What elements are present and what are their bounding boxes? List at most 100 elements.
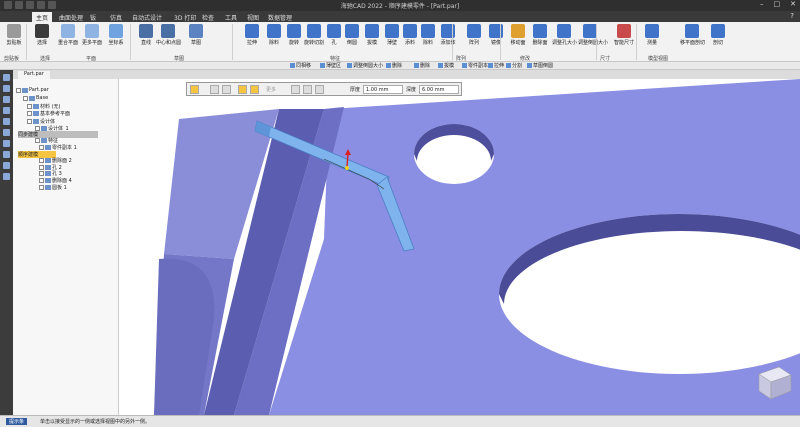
bend-option-1-icon[interactable] <box>291 85 300 94</box>
tree-node[interactable]: Base <box>23 95 48 101</box>
maximize-icon[interactable]: □ <box>774 0 781 8</box>
tab-tools[interactable]: 工具 <box>221 12 241 22</box>
design-intent-icon[interactable] <box>3 162 10 169</box>
tab-3d-print[interactable]: 3D 打印 <box>170 12 200 22</box>
tab-view[interactable]: 视图 <box>243 12 263 22</box>
step-select-icon[interactable] <box>190 85 199 94</box>
tab-surfacing[interactable]: 曲面处理 <box>55 12 87 22</box>
help-panel-icon[interactable] <box>3 140 10 147</box>
bend-option-2-icon[interactable] <box>303 85 312 94</box>
thickness-field[interactable]: 1.00 mm <box>363 85 403 94</box>
tree-node[interactable]: 设计体 <box>27 118 55 125</box>
tree-node[interactable]: 删除面 2 <box>39 157 72 164</box>
quick-feature-item[interactable]: 分割 <box>506 62 522 69</box>
minimize-icon[interactable]: – <box>760 0 764 8</box>
feature-library-icon[interactable] <box>3 107 10 114</box>
ribbon-button-22[interactable]: 删除面 <box>528 24 552 54</box>
ribbon-button-26[interactable]: 测量 <box>640 24 664 54</box>
tree-node-checkbox[interactable] <box>39 145 44 150</box>
quick-feature-item[interactable]: 删除 <box>386 62 402 69</box>
ribbon-button-label: 镜像 <box>490 40 501 46</box>
tab-generative-design[interactable]: 自动式设计 <box>128 12 166 22</box>
tree-node[interactable]: 孔 3 <box>39 170 62 177</box>
quick-feature-item[interactable]: 薄壁区 <box>320 62 341 69</box>
ribbon-button-19[interactable]: 阵列 <box>462 24 486 54</box>
tab-home[interactable]: 主页 <box>32 12 53 22</box>
ribbon-button-23[interactable]: 调整孔大小 <box>552 24 577 54</box>
quick-feature-item[interactable]: 删除 <box>414 62 430 69</box>
help-icon[interactable]: ? <box>790 12 794 20</box>
tree-node[interactable]: 零件副本 1 <box>39 144 77 151</box>
tree-node-checkbox[interactable] <box>39 185 44 190</box>
tree-node-checkbox[interactable] <box>16 87 21 93</box>
tree-node-checkbox[interactable] <box>39 178 44 183</box>
family-icon[interactable] <box>3 118 10 125</box>
quick-feature-item[interactable]: 拉伸 <box>488 62 504 69</box>
ribbon-button-3[interactable]: 更多平面 <box>80 24 104 54</box>
document-tab[interactable]: Part.par <box>18 71 50 79</box>
ribbon-separator <box>636 24 637 60</box>
pathfinder-panel: Part.par Base 材料 (无) 基本参考平面 设计体 设计体_1 同步建模 特征 零件… <box>13 79 119 415</box>
direction-handle[interactable] <box>345 166 349 170</box>
more-button[interactable]: 更多 <box>266 86 276 93</box>
ribbon-button-1[interactable]: 选择 <box>30 24 54 54</box>
tree-node[interactable]: 特征 <box>35 137 58 144</box>
tree-node[interactable]: 材料 (无) <box>27 103 61 110</box>
tree-node[interactable]: 圆板 1 <box>39 184 67 191</box>
ribbon-button-25[interactable]: 智能尺寸 <box>612 24 636 54</box>
tab-sheetmetal[interactable]: 钣 <box>86 12 100 22</box>
ribbon-separator <box>130 24 131 60</box>
tab-data-management[interactable]: 数据管理 <box>264 12 296 22</box>
tree-node-icon <box>29 95 35 101</box>
ribbon-button-24[interactable]: 调整倒圆大小 <box>578 24 608 54</box>
cloud-icon[interactable] <box>3 173 10 180</box>
pathfinder-icon[interactable] <box>3 74 10 81</box>
depth-field[interactable]: 6.00 mm <box>419 85 459 94</box>
tree-node[interactable]: Part.par <box>16 87 49 93</box>
ribbon-button-0[interactable]: 剪贴板 <box>2 24 26 54</box>
sensors-icon[interactable] <box>3 96 10 103</box>
tree-node-checkbox[interactable] <box>35 138 40 143</box>
tab-simulation[interactable]: 仿真 <box>106 12 126 22</box>
ribbon-button-27[interactable]: 移平面剖切 <box>680 24 705 54</box>
tab-inspect[interactable]: 检查 <box>198 12 218 22</box>
quick-feature-item[interactable]: 调整倒圆大小 <box>347 62 383 69</box>
quick-feature-item[interactable]: 拔模 <box>438 62 454 69</box>
model-drawing[interactable] <box>119 79 800 415</box>
quick-feature-item[interactable]: 零件副本 <box>462 62 488 69</box>
close-icon[interactable]: ✕ <box>790 0 796 8</box>
step-side-icon[interactable] <box>238 85 247 94</box>
quick-feature-item[interactable]: 同相移 <box>290 62 311 69</box>
graphics-viewport[interactable] <box>119 79 800 415</box>
ribbon-button-2[interactable]: 重合平面 <box>56 24 80 54</box>
ribbon-button-5[interactable]: 直线 <box>134 24 158 54</box>
quick-feature-item[interactable]: 草图倒圆 <box>527 62 553 69</box>
bend-option-3-icon[interactable] <box>315 85 324 94</box>
ribbon-button-label: 拉伸 <box>246 40 257 46</box>
step-extent-icon[interactable] <box>250 85 259 94</box>
tree-node-checkbox[interactable] <box>23 95 28 101</box>
step-draw-icon[interactable] <box>222 85 231 94</box>
tree-node-checkbox[interactable] <box>27 119 32 124</box>
ribbon-button-6[interactable]: 中心和点圆 <box>156 24 181 54</box>
direction-arrow-shaft[interactable] <box>346 152 349 168</box>
ribbon-button-8[interactable]: 拉伸 <box>240 24 264 54</box>
tree-node[interactable]: 删除面 4 <box>39 177 72 184</box>
select-tools-icon[interactable] <box>3 151 10 158</box>
ribbon-button-4[interactable]: 坐标系 <box>104 24 128 54</box>
tree-node-checkbox[interactable] <box>39 171 44 176</box>
library-icon[interactable] <box>3 129 10 136</box>
ribbon-button-20[interactable]: 镜像 <box>484 24 508 54</box>
ribbon-button-28[interactable]: 剖切 <box>706 24 730 54</box>
prompt-bar-label: 提示条 <box>6 418 28 425</box>
step-profile-icon[interactable] <box>210 85 219 94</box>
tree-node-checkbox[interactable] <box>39 158 44 163</box>
layers-icon[interactable] <box>3 85 10 92</box>
ribbon-button-7[interactable]: 草图 <box>184 24 208 54</box>
ribbon-separator <box>596 24 597 60</box>
tree-node-checkbox[interactable] <box>27 104 32 109</box>
ribbon-button-21[interactable]: 移动面 <box>506 24 530 54</box>
tree-node[interactable]: 基本参考平面 <box>27 110 70 117</box>
tree-node-checkbox[interactable] <box>27 111 32 116</box>
ribbon-button-18[interactable]: 添加体 <box>436 24 460 54</box>
